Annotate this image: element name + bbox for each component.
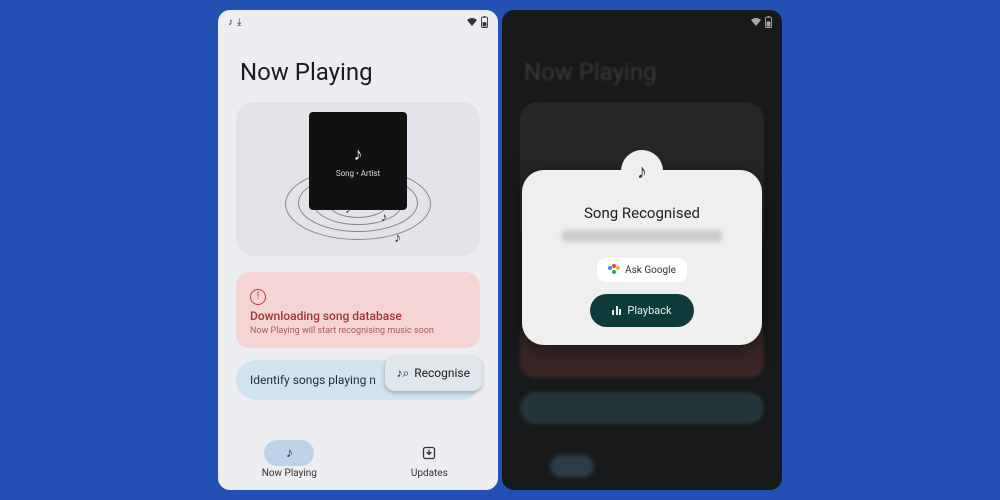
playback-button[interactable]: Playback — [590, 294, 693, 327]
music-note-icon: ♪ — [354, 144, 363, 165]
album-caption: Song • Artist — [336, 169, 380, 178]
now-playing-preview-card: ♪ Song • Artist ♪ ♪ ♪ — [236, 102, 480, 256]
identify-songs-row[interactable]: Identify songs playing n ♪⌕ Recognise — [236, 360, 480, 400]
assistant-icon — [608, 264, 620, 276]
download-icon: ⤓ — [237, 17, 241, 28]
identify-songs-row — [520, 392, 764, 424]
wifi-icon — [750, 17, 762, 27]
alert-icon: ! — [250, 289, 266, 305]
music-note-icon: ♪ — [228, 17, 233, 28]
ask-google-label: Ask Google — [625, 265, 676, 276]
music-note-icon: ♪ — [394, 229, 401, 246]
nav-updates[interactable]: Updates — [404, 440, 454, 479]
recognised-song-text — [562, 230, 722, 242]
bottom-nav: ♪ Now Playing Updates — [218, 434, 498, 490]
equalizer-icon — [612, 306, 621, 315]
identify-label: Identify songs playing n — [250, 373, 376, 387]
battery-icon — [481, 16, 488, 28]
page-title: Now Playing — [502, 34, 782, 98]
ask-google-button[interactable]: Ask Google — [597, 258, 687, 282]
nav-label: Updates — [411, 468, 448, 479]
wifi-icon — [466, 17, 478, 27]
battery-icon — [765, 16, 772, 28]
left-phone-frame: ♪ ⤓ Now Playing ♪ Song • Artist ♪ ♪ ♪ — [218, 10, 498, 490]
status-bar — [502, 10, 782, 34]
recognise-label: Recognise — [414, 366, 470, 380]
bottom-nav — [502, 442, 782, 490]
music-note-icon: ♪ — [381, 210, 387, 224]
recognise-button[interactable]: ♪⌕ Recognise — [385, 356, 482, 391]
right-phone-frame: Now Playing ♪ Song Recognised Ask Google… — [502, 10, 782, 490]
alert-title: Downloading song database — [250, 309, 466, 323]
updates-icon — [404, 440, 454, 466]
music-note-icon: ♪ — [264, 440, 314, 466]
status-left: ♪ ⤓ — [228, 17, 241, 28]
nav-now-playing[interactable]: ♪ Now Playing — [262, 440, 317, 479]
modal-title: Song Recognised — [584, 204, 700, 222]
alert-subtitle: Now Playing will start recognising music… — [250, 326, 466, 336]
album-art: ♪ Song • Artist — [309, 112, 407, 210]
music-note-icon: ♪ — [621, 150, 663, 192]
page-title: Now Playing — [218, 34, 498, 98]
music-search-icon: ♪⌕ — [397, 366, 410, 381]
nav-label: Now Playing — [262, 468, 317, 479]
status-right — [466, 16, 488, 28]
alert-card: ! Downloading song database Now Playing … — [236, 272, 480, 348]
status-bar: ♪ ⤓ — [218, 10, 498, 34]
song-recognised-modal: ♪ Song Recognised Ask Google Playback — [522, 170, 762, 345]
status-right — [750, 16, 772, 28]
playback-label: Playback — [627, 304, 671, 317]
